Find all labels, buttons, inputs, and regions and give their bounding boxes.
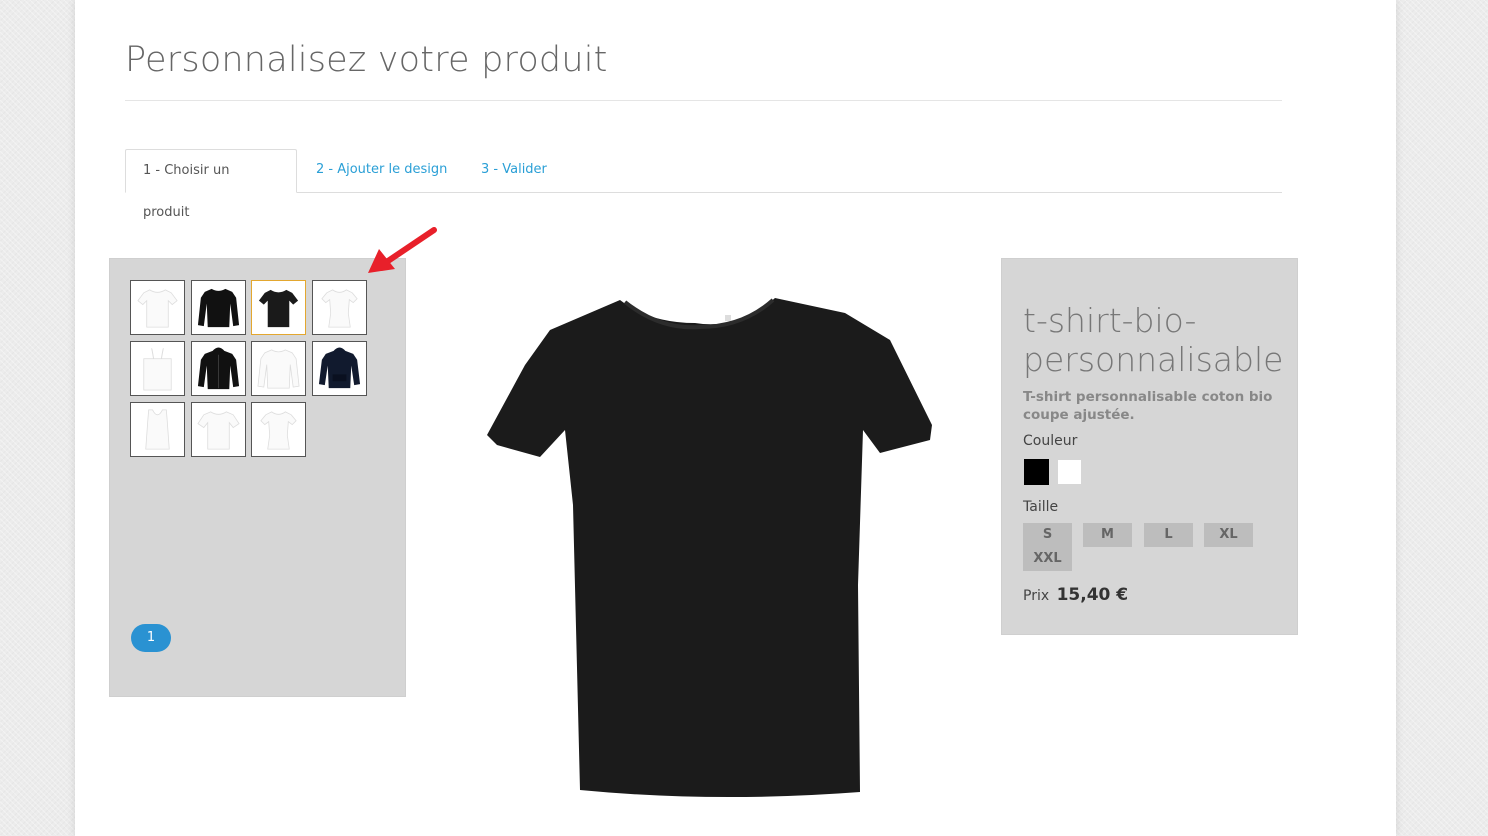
color-label: Couleur bbox=[1023, 433, 1078, 449]
tshirt-icon bbox=[197, 411, 240, 450]
color-swatch-black[interactable] bbox=[1024, 459, 1049, 485]
price-amount: 15,40 € bbox=[1056, 585, 1129, 605]
size-option-xl[interactable]: XL bbox=[1204, 523, 1253, 547]
longsleeve-icon bbox=[257, 349, 300, 389]
product-name: t-shirt-bio-personnalisable bbox=[1023, 301, 1284, 379]
thumb-black-hoodie-zip[interactable] bbox=[191, 341, 246, 396]
price-label: Prix bbox=[1023, 588, 1050, 604]
tab-add-design[interactable]: 2 - Ajouter le design bbox=[299, 149, 464, 193]
hoodie-icon bbox=[318, 347, 361, 389]
tote-bag-icon bbox=[143, 348, 172, 391]
womens-tshirt-icon bbox=[321, 289, 358, 328]
thumb-white-tshirt-mens[interactable] bbox=[191, 402, 246, 457]
page-title: Personnalisez votre produit bbox=[125, 40, 608, 80]
step-tabs: 1 - Choisir un produit 2 - Ajouter le de… bbox=[125, 149, 1282, 220]
thumb-white-tshirt[interactable] bbox=[130, 280, 185, 335]
red-arrow-annotation bbox=[368, 227, 437, 273]
size-option-s[interactable]: S bbox=[1023, 523, 1072, 547]
thumb-white-womens-fitted-tshirt[interactable] bbox=[251, 402, 306, 457]
size-option-xxl[interactable]: XXL bbox=[1023, 547, 1072, 571]
page-container: Personnalisez votre produit 1 - Choisir … bbox=[75, 0, 1396, 836]
title-divider bbox=[125, 100, 1282, 101]
product-catalog-panel: 1 bbox=[109, 258, 406, 697]
thumb-white-womens-tshirt[interactable] bbox=[312, 280, 367, 335]
product-preview-image bbox=[487, 298, 932, 798]
thumb-white-tank-top[interactable] bbox=[130, 402, 185, 457]
product-description: T-shirt personnalisable coton bio coupe … bbox=[1023, 389, 1273, 423]
tshirt-icon bbox=[258, 289, 299, 328]
thumb-black-tshirt[interactable] bbox=[251, 280, 306, 335]
product-details-panel: t-shirt-bio-personnalisable T-shirt pers… bbox=[1001, 258, 1298, 635]
thumb-black-longsleeve[interactable] bbox=[191, 280, 246, 335]
womens-tshirt-icon bbox=[260, 411, 297, 450]
size-label: Taille bbox=[1023, 499, 1059, 515]
tshirt-icon bbox=[137, 289, 178, 328]
color-swatch-white[interactable] bbox=[1057, 459, 1082, 485]
price: Prix 15,40 € bbox=[1023, 585, 1128, 605]
thumb-white-tote-bag[interactable] bbox=[130, 341, 185, 396]
tab-validate[interactable]: 3 - Valider bbox=[464, 149, 564, 193]
sweatshirt-icon bbox=[197, 288, 240, 328]
pagination-page-1[interactable]: 1 bbox=[131, 624, 171, 652]
hoodie-icon bbox=[197, 347, 240, 390]
size-option-m[interactable]: M bbox=[1083, 523, 1132, 547]
thumb-navy-hoodie[interactable] bbox=[312, 341, 367, 396]
tab-choose-product[interactable]: 1 - Choisir un produit bbox=[125, 149, 297, 220]
tank-top-icon bbox=[145, 409, 170, 450]
size-option-l[interactable]: L bbox=[1144, 523, 1193, 547]
thumb-white-longsleeve[interactable] bbox=[251, 341, 306, 396]
